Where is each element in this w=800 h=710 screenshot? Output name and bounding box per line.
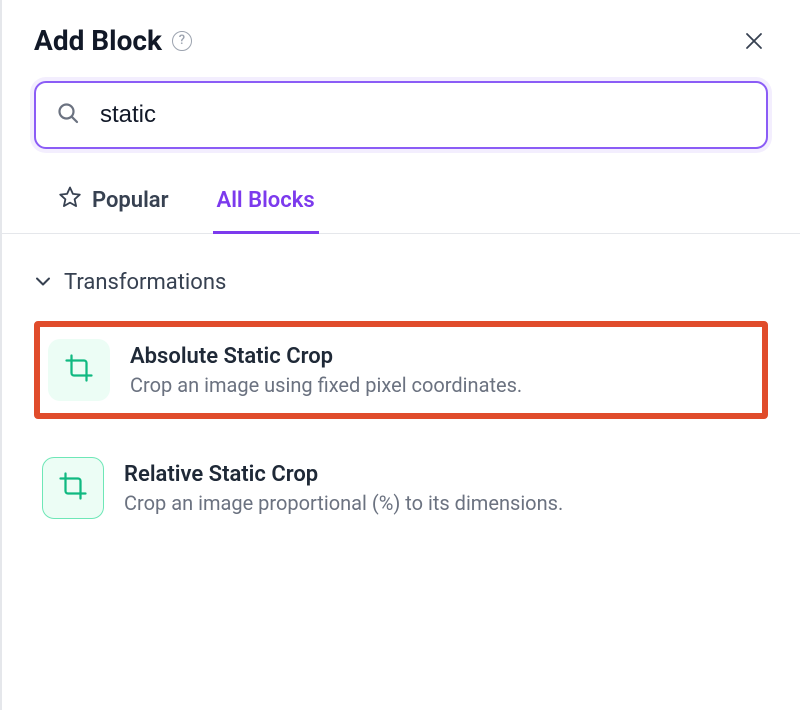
block-description: Crop an image using fixed pixel coordina…: [130, 373, 522, 397]
block-relative-static-crop[interactable]: Relative Static Crop Crop an image propo…: [34, 441, 768, 535]
tab-all-blocks-label: All Blocks: [217, 188, 315, 213]
block-icon-wrapper: [42, 457, 104, 519]
block-absolute-static-crop[interactable]: Absolute Static Crop Crop an image using…: [34, 321, 768, 419]
section-title: Transformations: [64, 270, 226, 295]
help-icon[interactable]: ?: [172, 31, 192, 51]
close-button[interactable]: [740, 27, 768, 55]
chevron-down-icon: [34, 272, 52, 294]
search-icon: [56, 101, 80, 129]
dialog-title: Add Block: [34, 24, 162, 57]
tabs: Popular All Blocks: [2, 173, 800, 234]
section-header[interactable]: Transformations: [34, 262, 768, 303]
crop-icon: [64, 353, 94, 387]
tab-popular[interactable]: Popular: [54, 173, 173, 234]
block-icon-wrapper: [48, 339, 110, 401]
block-text: Absolute Static Crop Crop an image using…: [130, 344, 522, 397]
block-title: Absolute Static Crop: [130, 344, 522, 369]
block-text: Relative Static Crop Crop an image propo…: [124, 462, 563, 515]
search-input[interactable]: [34, 81, 768, 149]
block-description: Crop an image proportional (%) to its di…: [124, 491, 563, 515]
section-transformations: Transformations Absolute Static Crop Cro…: [34, 262, 768, 535]
crop-icon: [58, 471, 88, 505]
close-icon: [745, 32, 763, 50]
search-wrapper: [34, 81, 768, 149]
dialog-header: Add Block ?: [34, 24, 768, 57]
star-icon: [58, 185, 82, 215]
block-title: Relative Static Crop: [124, 462, 563, 487]
tab-popular-label: Popular: [92, 188, 169, 213]
tab-all-blocks[interactable]: All Blocks: [213, 173, 319, 234]
